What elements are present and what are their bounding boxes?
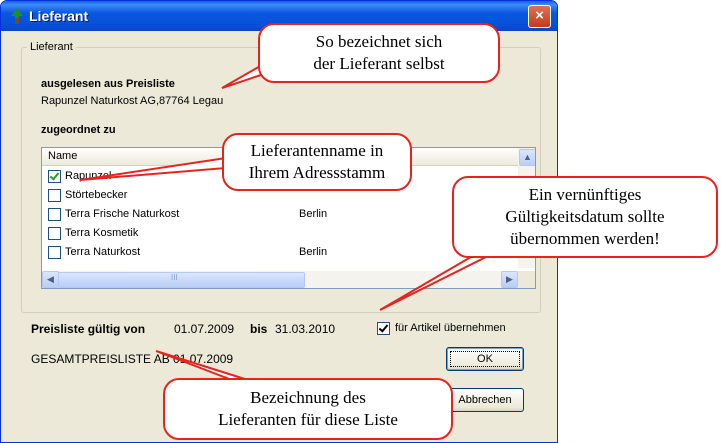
callout-list-name-line2: Lieferanten für diese Liste — [218, 410, 398, 429]
close-button[interactable]: × — [528, 5, 551, 28]
valid-from-date: 01.07.2009 — [174, 322, 235, 336]
groupbox-legend: Lieferant — [27, 41, 76, 53]
list-item[interactable]: Terra Naturkost Berlin — [42, 243, 518, 262]
scroll-left-icon[interactable]: ◀ — [42, 271, 59, 288]
list-item-name: Terra Naturkost — [65, 246, 141, 258]
list-item-checkbox[interactable] — [48, 227, 61, 240]
scroll-right-icon[interactable]: ▶ — [501, 271, 518, 288]
cancel-button[interactable]: Abbrechen — [446, 388, 524, 412]
apply-to-articles-label[interactable]: für Artikel übernehmen — [395, 322, 506, 334]
tree-icon — [11, 8, 23, 24]
list-item-checkbox[interactable] — [48, 189, 61, 202]
callout-self-name-line1: So bezeichnet sich — [315, 32, 443, 51]
list-item-checkbox[interactable] — [48, 246, 61, 259]
source-heading: ausgelesen aus Preisliste — [41, 78, 175, 90]
apply-to-articles-checkbox[interactable] — [377, 322, 390, 335]
callout-date-line2: Gültigkeitsdatum sollte — [505, 207, 665, 226]
validity-label: Preisliste gültig von — [31, 322, 146, 336]
list-item-name: Störtebecker — [65, 189, 128, 201]
callout-address: Lieferantenname in Ihrem Adressstamm — [222, 133, 412, 191]
list-item-checkbox[interactable] — [48, 208, 61, 221]
pricelist-name: GESAMTPREISLISTE AB 01.07.2009 — [31, 352, 234, 366]
list-item-name: Terra Frische Naturkost — [65, 208, 180, 220]
list-item-name: Rapunzel — [65, 170, 112, 182]
callout-list-name-line1: Bezeichnung des — [250, 388, 366, 407]
cancel-button-label: Abbrechen — [458, 394, 512, 406]
bis-label: bis — [250, 322, 268, 336]
horizontal-scrollbar[interactable]: ◀ III ▶ — [42, 271, 518, 288]
callout-self-name-line2: der Lieferant selbst — [313, 54, 445, 73]
callout-date-line1: Ein vernünftiges — [528, 185, 642, 204]
window-title: Lieferant — [29, 8, 89, 24]
list-item[interactable]: Terra Frische Naturkost Berlin — [42, 205, 518, 224]
callout-list-name: Bezeichnung des Lieferanten für diese Li… — [163, 378, 453, 440]
assigned-heading: zugeordnet zu — [41, 124, 116, 136]
callout-address-line1: Lieferantenname in — [250, 141, 384, 160]
scroll-up-icon[interactable]: ▲ — [519, 149, 535, 166]
valid-to-date: 31.03.2010 — [275, 322, 336, 336]
list-item-city: Berlin — [299, 246, 328, 258]
list-item[interactable]: Terra Kosmetik — [42, 224, 518, 243]
list-item-city: Berlin — [299, 208, 328, 220]
callout-date-line3: übernommen werden! — [510, 229, 660, 248]
source-supplier-name: Rapunzel Naturkost AG,87764 Legau — [41, 95, 224, 107]
callout-date: Ein vernünftiges Gültigkeitsdatum sollte… — [452, 176, 718, 258]
callout-self-name: So bezeichnet sich der Lieferant selbst — [258, 23, 500, 83]
ok-button[interactable]: OK — [446, 347, 524, 371]
close-icon: × — [535, 7, 544, 24]
thumb-grip: III — [171, 273, 178, 282]
column-header-name[interactable]: Name — [48, 150, 77, 162]
focus-rectangle — [450, 351, 520, 367]
callout-address-line2: Ihrem Adressstamm — [248, 163, 386, 182]
list-item-name: Terra Kosmetik — [65, 227, 139, 239]
scroll-corner — [518, 271, 535, 288]
list-item-checkbox[interactable] — [48, 170, 61, 183]
scroll-thumb[interactable]: III — [58, 272, 305, 288]
